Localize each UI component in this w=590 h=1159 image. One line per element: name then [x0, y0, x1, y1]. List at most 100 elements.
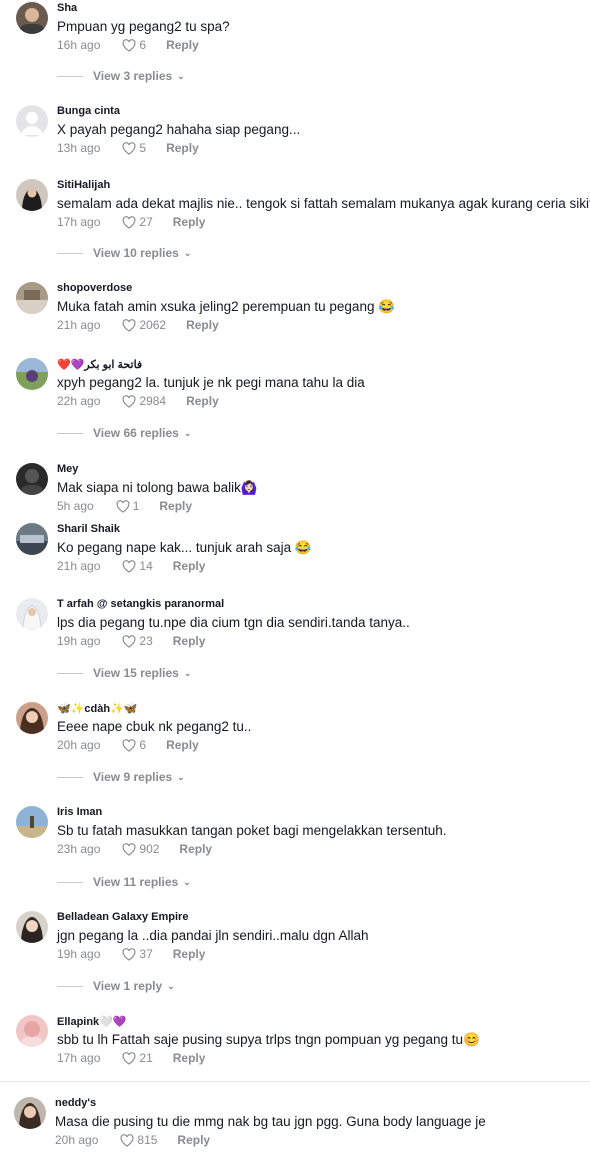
- like-button[interactable]: 21: [122, 1051, 153, 1065]
- avatar[interactable]: [16, 911, 48, 943]
- comment-time: 19h ago: [57, 947, 101, 961]
- reply-button[interactable]: Reply: [159, 499, 192, 513]
- section-divider: [0, 1081, 590, 1082]
- view-replies-button[interactable]: View 66 replies ⌄: [57, 426, 191, 440]
- view-replies-button[interactable]: View 11 replies ⌄: [57, 875, 191, 889]
- comment-text: Ko pegang nape kak... tunjuk arah saja 😂: [57, 540, 312, 555]
- like-button[interactable]: 6: [122, 738, 146, 752]
- comment-username[interactable]: Sha: [57, 2, 77, 14]
- avatar[interactable]: [16, 179, 48, 211]
- comment-username[interactable]: Mey: [57, 463, 78, 475]
- avatar[interactable]: [16, 523, 48, 555]
- like-button[interactable]: 2062: [122, 318, 166, 332]
- like-count: 902: [139, 842, 160, 856]
- avatar[interactable]: [16, 1015, 48, 1047]
- comment-time: 21h ago: [57, 318, 101, 332]
- heart-outline-icon: [122, 394, 136, 408]
- view-replies-button[interactable]: View 1 reply ⌄: [57, 979, 175, 993]
- comment-text: Masa die pusing tu die mmg nak bg tau jg…: [55, 1114, 486, 1129]
- comment-username[interactable]: T arfah @ setangkis paranormal: [57, 598, 224, 610]
- avatar[interactable]: [16, 2, 48, 34]
- comment-time: 22h ago: [57, 394, 101, 408]
- heart-outline-icon: [122, 634, 136, 648]
- heart-outline-icon: [122, 842, 136, 856]
- avatar[interactable]: [16, 463, 48, 495]
- reply-button[interactable]: Reply: [186, 318, 219, 332]
- view-replies-button[interactable]: View 15 replies ⌄: [57, 666, 191, 680]
- comment-text: Muka fatah amin xsuka jeling2 perempuan …: [57, 299, 396, 314]
- view-replies-button[interactable]: View 9 replies ⌄: [57, 770, 185, 784]
- like-button[interactable]: 6: [122, 38, 146, 52]
- avatar[interactable]: [16, 806, 48, 838]
- comment-username[interactable]: shopoverdose: [57, 282, 132, 294]
- view-replies-button[interactable]: View 10 replies ⌄: [57, 246, 191, 260]
- avatar[interactable]: [16, 358, 48, 390]
- comment-username[interactable]: Bunga cinta: [57, 105, 120, 117]
- like-button[interactable]: 2984: [122, 394, 166, 408]
- reply-button[interactable]: Reply: [173, 1051, 206, 1065]
- comment-meta: 22h ago 2984 Reply: [57, 394, 219, 408]
- like-button[interactable]: 27: [122, 215, 153, 229]
- like-button[interactable]: 14: [122, 559, 153, 573]
- like-button[interactable]: 815: [120, 1133, 157, 1147]
- divider: [57, 881, 83, 883]
- avatar[interactable]: [16, 598, 48, 630]
- reply-button[interactable]: Reply: [177, 1133, 210, 1147]
- like-button[interactable]: 5: [122, 141, 146, 155]
- like-count: 6: [139, 38, 147, 52]
- comment-meta: 19h ago 23 Reply: [57, 634, 205, 648]
- comment-time: 19h ago: [57, 634, 101, 648]
- comment-username[interactable]: Sharil Shaik: [57, 523, 120, 535]
- comment-username[interactable]: ❤️💜فاتحة ابو بكر: [57, 358, 142, 371]
- heart-outline-icon: [122, 215, 136, 229]
- comment-meta: 23h ago 902 Reply: [57, 842, 212, 856]
- reply-button[interactable]: Reply: [173, 947, 206, 961]
- comment-time: 20h ago: [55, 1133, 99, 1147]
- comment-text: jgn pegang la ..dia pandai jln sendiri..…: [57, 928, 369, 943]
- view-replies-label: View 10 replies: [93, 246, 179, 260]
- comment-text: Mak siapa ni tolong bawa balik🙆🏻‍♀️: [57, 480, 258, 495]
- comment-username[interactable]: neddy's: [55, 1097, 96, 1109]
- like-count: 37: [139, 947, 153, 961]
- heart-outline-icon: [122, 38, 136, 52]
- comment-text: Eeee nape cbuk nk pegang2 tu..: [57, 719, 252, 734]
- reply-button[interactable]: Reply: [179, 842, 212, 856]
- divider: [57, 432, 83, 434]
- like-count: 2062: [139, 318, 167, 332]
- comment-username[interactable]: SitiHalijah: [57, 179, 110, 191]
- avatar[interactable]: [16, 702, 48, 734]
- like-count: 815: [137, 1133, 158, 1147]
- avatar[interactable]: [16, 282, 48, 314]
- reply-button[interactable]: Reply: [173, 634, 206, 648]
- comment-username[interactable]: 🦋✨cdàh✨🦋: [57, 702, 137, 715]
- heart-outline-icon: [120, 1133, 134, 1147]
- comment-username[interactable]: Iris Iman: [57, 806, 102, 818]
- view-replies-label: View 66 replies: [93, 426, 179, 440]
- reply-button[interactable]: Reply: [173, 559, 206, 573]
- like-button[interactable]: 37: [122, 947, 153, 961]
- like-button[interactable]: 1: [116, 499, 139, 513]
- like-count: 6: [139, 738, 147, 752]
- chevron-down-icon: ⌄: [177, 70, 185, 81]
- avatar[interactable]: [14, 1097, 46, 1129]
- divider: [57, 252, 83, 254]
- comment-meta: 5h ago 1 Reply: [57, 499, 192, 513]
- comment-username[interactable]: Belladean Galaxy Empire: [57, 911, 188, 923]
- reply-button[interactable]: Reply: [166, 141, 199, 155]
- reply-button[interactable]: Reply: [186, 394, 219, 408]
- comment-username[interactable]: Ellapink🤍💜: [57, 1015, 127, 1028]
- view-replies-button[interactable]: View 3 replies ⌄: [57, 69, 185, 83]
- avatar[interactable]: [16, 105, 48, 137]
- view-replies-label: View 1 reply: [93, 979, 163, 993]
- chevron-down-icon: ⌄: [183, 876, 191, 887]
- view-replies-label: View 15 replies: [93, 666, 179, 680]
- view-replies-label: View 9 replies: [93, 770, 173, 784]
- reply-button[interactable]: Reply: [166, 38, 199, 52]
- comment-meta: 13h ago 5 Reply: [57, 141, 199, 155]
- comment-time: 17h ago: [57, 1051, 101, 1065]
- like-button[interactable]: 23: [122, 634, 153, 648]
- reply-button[interactable]: Reply: [173, 215, 206, 229]
- reply-button[interactable]: Reply: [166, 738, 199, 752]
- like-button[interactable]: 902: [122, 842, 159, 856]
- comment-text: semalam ada dekat majlis nie.. tengok si…: [57, 196, 590, 211]
